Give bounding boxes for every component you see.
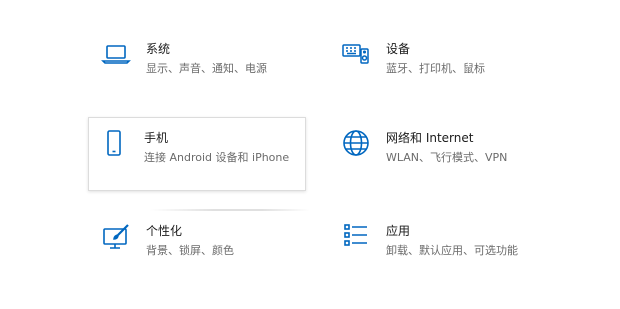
tile-network[interactable]: 网络和 Internet WLAN、飞行模式、VPN bbox=[330, 117, 548, 191]
tile-personalization[interactable]: 个性化 背景、锁屏、颜色 bbox=[90, 210, 308, 284]
tile-phone-title: 手机 bbox=[144, 131, 169, 145]
tile-devices-desc: 蓝牙、打印机、鼠标 bbox=[386, 62, 485, 75]
tile-system-title: 系统 bbox=[146, 42, 171, 56]
tile-system-desc: 显示、声音、通知、电源 bbox=[146, 62, 267, 75]
globe-icon bbox=[341, 128, 371, 158]
tile-devices[interactable]: 设备 蓝牙、打印机、鼠标 bbox=[330, 28, 548, 102]
tile-network-desc: WLAN、飞行模式、VPN bbox=[386, 151, 508, 164]
keyboard-speaker-icon bbox=[341, 39, 371, 69]
tile-personalization-desc: 背景、锁屏、颜色 bbox=[146, 244, 234, 257]
tile-devices-title: 设备 bbox=[386, 42, 411, 56]
tile-personalization-title: 个性化 bbox=[146, 224, 183, 238]
phone-icon bbox=[99, 128, 129, 158]
tile-phone-desc: 连接 Android 设备和 iPhone bbox=[144, 151, 290, 164]
settings-home: 系统 显示、声音、通知、电源 设备 蓝牙、打印机、鼠标 手机 连接 Androi… bbox=[0, 0, 620, 309]
app-list-icon bbox=[341, 221, 371, 251]
paint-brush-icon bbox=[101, 221, 131, 251]
tile-apps[interactable]: 应用 卸载、默认应用、可选功能 bbox=[330, 210, 548, 284]
tile-phone[interactable]: 手机 连接 Android 设备和 iPhone bbox=[88, 117, 306, 191]
tile-network-title: 网络和 Internet bbox=[386, 131, 474, 145]
laptop-icon bbox=[101, 39, 131, 69]
tile-system[interactable]: 系统 显示、声音、通知、电源 bbox=[90, 28, 308, 102]
tile-apps-desc: 卸载、默认应用、可选功能 bbox=[386, 244, 518, 257]
tile-apps-title: 应用 bbox=[386, 224, 411, 238]
